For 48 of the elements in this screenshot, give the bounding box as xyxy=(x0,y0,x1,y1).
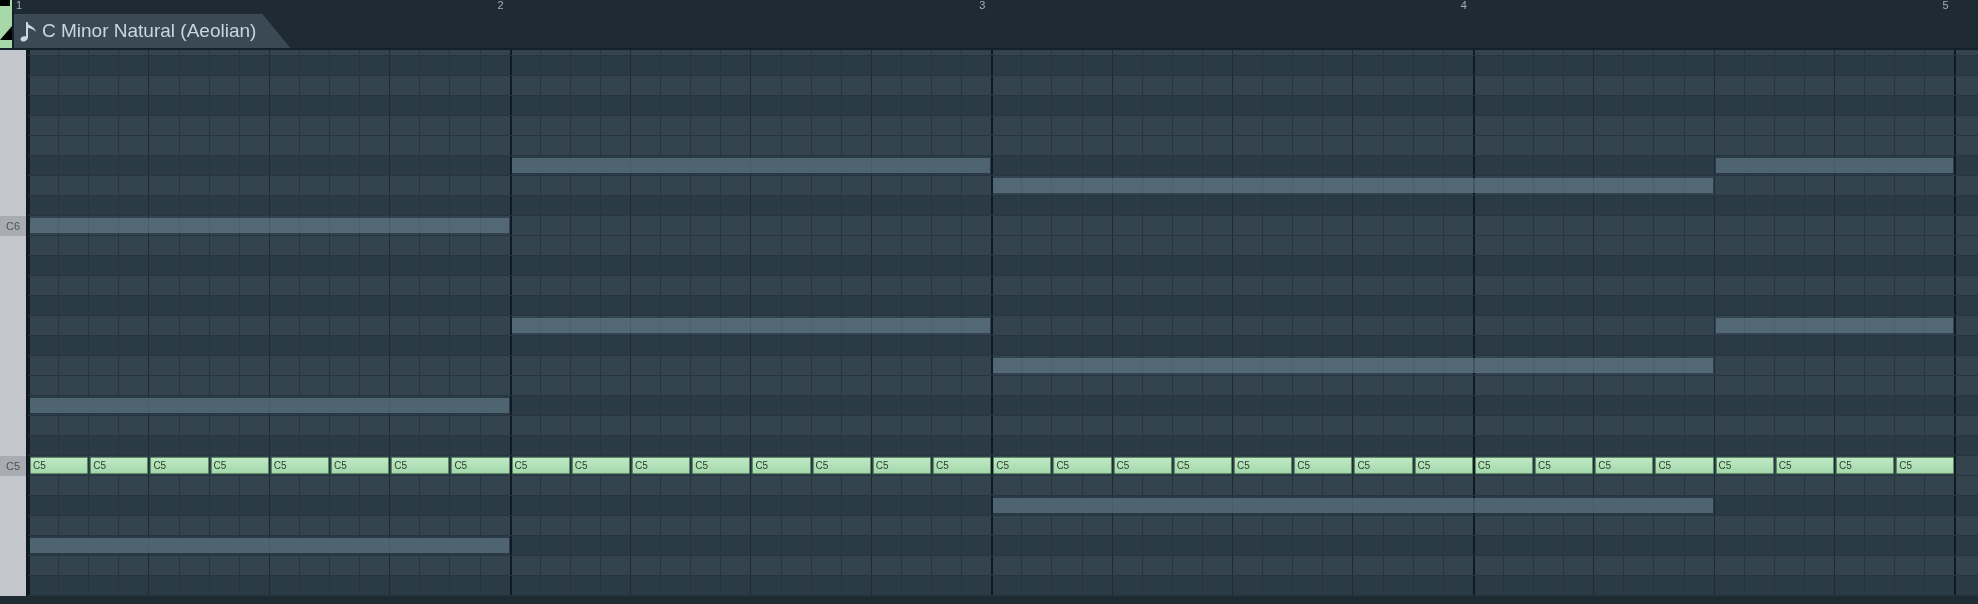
note[interactable]: C5 xyxy=(1896,457,1955,474)
piano-key[interactable] xyxy=(0,436,28,456)
note[interactable]: C5 xyxy=(451,457,510,474)
note[interactable]: C5 xyxy=(632,457,691,474)
note[interactable]: C5 xyxy=(812,457,871,474)
note[interactable]: C5 xyxy=(933,457,992,474)
note[interactable]: C5 xyxy=(1414,457,1473,474)
note[interactable]: C5 xyxy=(1715,457,1774,474)
note[interactable]: C5 xyxy=(1294,457,1353,474)
note[interactable]: C5 xyxy=(872,457,931,474)
note[interactable]: C5 xyxy=(1234,457,1293,474)
note[interactable]: C5 xyxy=(1595,457,1654,474)
note[interactable]: C5 xyxy=(1775,457,1834,474)
note[interactable]: C5 xyxy=(1354,457,1413,474)
note[interactable]: C5 xyxy=(90,457,149,474)
note[interactable]: C5 xyxy=(993,457,1052,474)
note[interactable]: C5 xyxy=(1053,457,1112,474)
note[interactable]: C5 xyxy=(752,457,811,474)
key-label[interactable]: C5 xyxy=(0,456,28,476)
piano-key[interactable] xyxy=(0,236,28,256)
key-label[interactable]: C6 xyxy=(0,216,28,236)
note[interactable]: C5 xyxy=(1173,457,1232,474)
bar-number: 2 xyxy=(497,0,504,10)
piano-key[interactable] xyxy=(0,196,28,216)
note[interactable]: C5 xyxy=(391,457,450,474)
note[interactable]: C5 xyxy=(270,457,329,474)
note[interactable]: C5 xyxy=(210,457,269,474)
piano-key[interactable] xyxy=(0,576,28,596)
note[interactable]: C5 xyxy=(1836,457,1895,474)
bar-number: 3 xyxy=(979,0,986,10)
note[interactable]: C5 xyxy=(1474,457,1533,474)
note[interactable]: C5 xyxy=(1535,457,1594,474)
note[interactable]: C5 xyxy=(692,457,751,474)
bar-number: 5 xyxy=(1942,0,1949,10)
note[interactable]: C5 xyxy=(1655,457,1714,474)
bar-number: 1 xyxy=(16,0,23,10)
triangle-icon xyxy=(0,26,12,40)
note[interactable]: C5 xyxy=(1113,457,1172,474)
corner-button[interactable] xyxy=(0,0,14,48)
bar-number: 4 xyxy=(1460,0,1467,10)
piano-key[interactable] xyxy=(0,476,28,496)
note[interactable]: C5 xyxy=(331,457,390,474)
note[interactable]: C5 xyxy=(511,457,570,474)
note[interactable]: C5 xyxy=(30,457,89,474)
note[interactable]: C5 xyxy=(150,457,209,474)
scale-tab[interactable]: C Minor Natural (Aeolian) xyxy=(14,14,291,48)
note[interactable]: C5 xyxy=(571,457,630,474)
music-note-icon xyxy=(20,20,38,42)
